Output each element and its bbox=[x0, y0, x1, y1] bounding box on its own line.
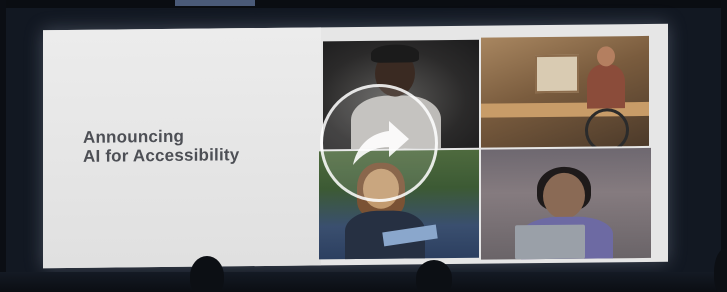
slide-headline: Announcing AI for Accessibility bbox=[83, 126, 239, 166]
wheelchair-wheel bbox=[585, 108, 629, 148]
audience-head bbox=[416, 260, 452, 292]
headline-line-1: Announcing bbox=[83, 126, 185, 147]
photo-office-wheelchair bbox=[481, 35, 649, 148]
person-body bbox=[587, 64, 625, 109]
audience-head bbox=[714, 248, 727, 292]
person-head bbox=[543, 172, 585, 220]
left-edge bbox=[0, 0, 6, 292]
laptop bbox=[515, 224, 585, 260]
stage-light bbox=[175, 0, 255, 6]
video-player[interactable]: Announcing AI for Accessibility bbox=[0, 0, 727, 292]
slide-title-panel: Announcing AI for Accessibility bbox=[43, 27, 321, 269]
window bbox=[535, 54, 579, 94]
top-bar bbox=[0, 0, 727, 8]
audience-floor bbox=[0, 272, 727, 292]
play-arrow-icon bbox=[353, 121, 409, 165]
headline-line-2: AI for Accessibility bbox=[83, 145, 240, 166]
play-button[interactable] bbox=[320, 84, 438, 202]
audience-head bbox=[190, 256, 224, 292]
person-head bbox=[597, 46, 615, 67]
hat bbox=[371, 44, 419, 63]
photo-woman-with-laptop bbox=[481, 147, 651, 260]
